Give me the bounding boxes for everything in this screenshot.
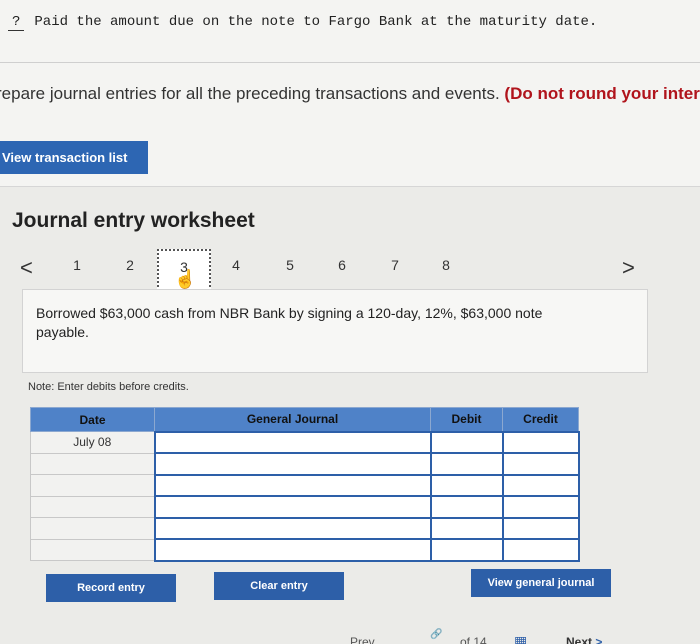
page-5[interactable]: 5 (280, 257, 300, 273)
page-count: of 14 (460, 635, 487, 644)
journal-entry-worksheet: Journal entry worksheet < 1 2 3 ☝ 4 5 6 … (0, 186, 700, 644)
credit-input[interactable] (501, 516, 580, 540)
bottom-navigation: Prev 🔗 of 14 ▦ Next > (0, 629, 700, 644)
credit-input[interactable] (501, 473, 580, 497)
clear-entry-button[interactable]: Clear entry (214, 572, 344, 600)
credit-input[interactable] (501, 430, 580, 454)
page-1[interactable]: 1 (67, 257, 87, 273)
date-cell (30, 538, 155, 561)
chevron-right-icon: > (595, 635, 603, 644)
debit-input[interactable] (429, 430, 504, 454)
view-general-journal-button[interactable]: View general journal (471, 569, 611, 597)
credit-input[interactable] (501, 495, 580, 519)
account-input[interactable] (153, 516, 432, 540)
account-input[interactable] (153, 430, 432, 454)
next-label: Next (566, 635, 593, 644)
journal-header-row: Date General Journal Debit Credit (30, 407, 579, 432)
question-prompt: ? Paid the amount due on the note to Farg… (8, 14, 597, 31)
account-input[interactable] (153, 473, 432, 497)
divider (0, 62, 700, 63)
credit-input[interactable] (501, 452, 580, 476)
table-row (30, 452, 580, 476)
date-cell (30, 495, 155, 518)
account-input[interactable] (153, 452, 432, 476)
debit-credit-note: Note: Enter debits before credits. (28, 381, 189, 393)
debit-header: Debit (430, 407, 503, 432)
account-input[interactable] (153, 495, 432, 519)
table-row (30, 473, 580, 497)
view-transaction-list-button[interactable]: View transaction list (0, 141, 148, 174)
prompt-text: Paid the amount due on the note to Fargo… (34, 14, 598, 30)
answer-blank: ? (8, 14, 25, 31)
table-row (30, 495, 580, 519)
worksheet-title: Journal entry worksheet (12, 209, 255, 232)
record-entry-button[interactable]: Record entry (46, 574, 176, 602)
general-journal-header: General Journal (154, 407, 431, 432)
next-link[interactable]: Next > (566, 635, 602, 644)
instructions-emphasis: (Do not round your interm (504, 84, 700, 103)
debit-input[interactable] (429, 516, 504, 540)
next-arrow-icon[interactable]: > (622, 255, 635, 281)
page-7[interactable]: 7 (385, 257, 405, 273)
instructions-text: repare journal entries for all the prece… (0, 84, 505, 103)
page-6[interactable]: 6 (332, 257, 352, 273)
prev-link[interactable]: Prev (350, 635, 375, 644)
date-cell: July 08 (30, 431, 155, 454)
transaction-description: Borrowed $63,000 cash from NBR Bank by s… (36, 305, 543, 340)
table-row (30, 538, 580, 562)
date-cell (30, 474, 155, 497)
date-cell (30, 517, 155, 540)
table-row: July 08 (30, 430, 580, 454)
prev-arrow-icon[interactable]: < (20, 255, 33, 281)
account-input[interactable] (153, 538, 432, 562)
date-header: Date (30, 407, 155, 432)
debit-input[interactable] (429, 495, 504, 519)
link-icon: 🔗 (430, 629, 443, 640)
transaction-pager: < 1 2 3 ☝ 4 5 6 7 8 > (0, 249, 700, 291)
transaction-description-box: Borrowed $63,000 cash from NBR Bank by s… (22, 289, 648, 373)
debit-input[interactable] (429, 473, 504, 497)
debit-input[interactable] (429, 452, 504, 476)
credit-header: Credit (502, 407, 579, 432)
journal-table: Date General Journal Debit Credit July 0… (30, 407, 580, 562)
page-4[interactable]: 4 (226, 257, 246, 273)
table-row (30, 516, 580, 540)
instructions: repare journal entries for all the prece… (0, 84, 700, 104)
page-2[interactable]: 2 (120, 257, 140, 273)
hand-pointer-icon: ☝ (174, 269, 197, 289)
grid-icon[interactable]: ▦ (514, 633, 527, 644)
debit-input[interactable] (429, 538, 504, 562)
credit-input[interactable] (501, 538, 580, 562)
page-8[interactable]: 8 (436, 257, 456, 273)
date-cell (30, 452, 155, 475)
